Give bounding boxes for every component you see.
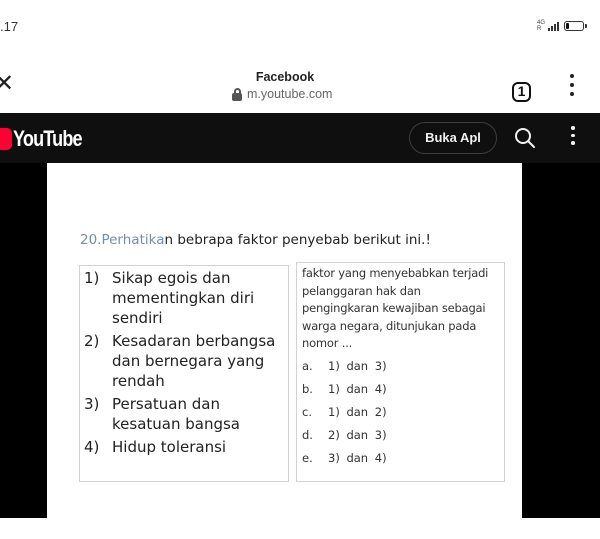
video-player[interactable]: 20.Perhatikan bebrapa faktor penyebab be… [0, 163, 600, 518]
factor-item: 2) Kesadaran berbangsa dan bernegara yang… [84, 331, 282, 391]
factor-item: 1) Sikap egois dan mementingkan diri send… [84, 268, 282, 328]
factor-item: 4) Hidup toleransi [84, 437, 282, 457]
option-letter: d. [302, 427, 313, 442]
option-text: 1) dan 2) [328, 404, 387, 419]
answer-option: c. 1) dan 2) [302, 401, 498, 424]
factor-number: 1) [84, 269, 100, 287]
youtube-logo[interactable]: YouTube [0, 126, 97, 152]
option-text: 2) dan 3) [328, 427, 387, 442]
factor-number: 4) [84, 438, 100, 456]
lock-icon [232, 88, 242, 101]
youtube-play-icon [0, 128, 12, 150]
option-letter: c. [302, 404, 312, 419]
network-sub-label: R [537, 26, 542, 32]
option-letter: a. [302, 358, 313, 373]
factor-number: 3) [84, 395, 100, 413]
video-frame: 20.Perhatikan bebrapa faktor penyebab be… [47, 163, 522, 518]
network-type-icon: 4G R [537, 20, 545, 32]
factor-item: 3) Persatuan dan kesatuan bangsa [84, 394, 282, 434]
option-text: 3) dan 4) [328, 450, 387, 465]
factor-text: Persatuan dan kesatuan bangsa [112, 395, 240, 433]
search-icon[interactable] [513, 126, 537, 150]
youtube-header: YouTube Buka Apl [0, 113, 600, 163]
option-letter: b. [302, 381, 313, 396]
option-text: 1) dan 4) [328, 381, 387, 396]
open-app-button[interactable]: Buka Apl [409, 122, 497, 154]
option-text: 1) dan 3) [328, 358, 387, 373]
factor-number: 2) [84, 332, 100, 350]
url-text: m.youtube.com [247, 87, 333, 101]
factor-text: Kesadaran berbangsa dan bernegara yang r… [112, 332, 276, 390]
options-box: faktor yang menyebabkan terjadi pelangga… [296, 262, 505, 482]
youtube-menu-icon[interactable] [568, 126, 578, 152]
page-title: Facebook [255, 70, 315, 84]
question-stem: faktor yang menyebabkan terjadi pelangga… [302, 266, 489, 350]
browser-toolbar: ✕ Facebook m.youtube.com 1 [0, 60, 600, 113]
question-text: 20.Perhatikan bebrapa faktor penyebab be… [80, 232, 431, 248]
answer-options: a. 1) dan 3) b. 1) dan 4) c. 1) dan 2) d. 2)… [302, 355, 498, 470]
status-bar: .17 4G R [0, 0, 600, 60]
answer-option: a. 1) dan 3) [302, 355, 498, 378]
status-icons: 4G R [537, 20, 588, 32]
question-rest: n bebrapa faktor penyebab berikut ini.! [164, 232, 431, 248]
youtube-logo-text: YouTube [13, 126, 83, 151]
factor-text: Hidup toleransi [112, 438, 227, 456]
factors-box: 1) Sikap egois dan mementingkan diri send… [79, 265, 289, 482]
url-display[interactable]: m.youtube.com [232, 87, 332, 101]
tab-switcher-button[interactable]: 1 [512, 82, 531, 102]
option-letter: e. [302, 450, 313, 465]
answer-option: d. 2) dan 3) [302, 424, 498, 447]
page-content-below-video [0, 518, 600, 539]
status-time: .17 [0, 19, 19, 34]
answer-option: b. 1) dan 4) [302, 378, 498, 401]
question-highlight: 20.Perhatika [80, 232, 165, 248]
browser-menu-icon[interactable] [567, 74, 577, 104]
battery-low-icon [564, 21, 588, 31]
answer-option: e. 3) dan 4) [302, 447, 498, 470]
factor-text: Sikap egois dan mementingkan diri sendir… [112, 269, 255, 327]
signal-icon [548, 21, 560, 31]
